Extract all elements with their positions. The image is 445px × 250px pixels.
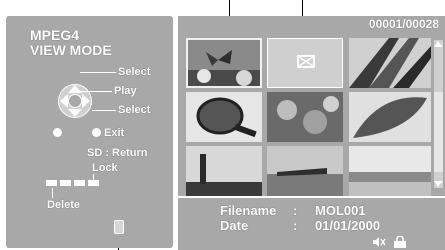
mode-line-1: MPEG4 [30,27,80,43]
leader-play [76,91,112,92]
scroll-up-icon[interactable] [434,41,443,47]
fish-image [267,92,343,142]
label-select-top: Select [118,66,151,78]
dock-image [267,146,343,196]
label-delete: Delete [47,199,81,211]
leader-lock [93,174,94,181]
envelope-icon [297,55,315,68]
key-3-icon [74,180,85,186]
dpad-center-button[interactable] [68,94,82,108]
magnifier-image [186,92,262,142]
thumbnail-8[interactable] [267,146,343,196]
arrow-left-icon[interactable] [60,94,68,108]
thumbnail-5[interactable] [267,92,343,142]
date-separator: : [293,218,298,233]
sd-card-icon [114,220,124,234]
filename-label: Filename [220,203,277,218]
leader-select-top [80,72,116,73]
direction-pad[interactable] [58,76,92,126]
thumbnail-7[interactable] [186,146,262,196]
label-exit: Exit [104,127,125,139]
file-counter: 00001/00028 [368,17,439,31]
mode-line-2: VIEW MODE [30,42,112,58]
mode-title: MPEG4 VIEW MODE [30,28,112,58]
scrollbar-thumb[interactable] [434,92,443,172]
filename-value: MOL001 [315,203,366,218]
leaf-image [349,92,431,142]
statue-image [186,146,262,196]
thumbnail-4[interactable] [186,92,262,142]
filename-separator: : [293,203,298,218]
arrow-down-icon[interactable] [68,109,82,117]
thumbnail-3[interactable] [349,38,431,88]
leader-select-bottom [92,110,116,111]
arrow-right-icon[interactable] [82,94,90,108]
thumbnail-2[interactable] [267,38,343,88]
key-1-icon [46,180,57,186]
label-play: Play [114,85,137,97]
date-value: 01/01/2000 [315,218,381,233]
key-2-icon [60,180,71,186]
thumbnail-6[interactable] [349,92,431,142]
thumbnail-9[interactable] [349,146,431,196]
button-left-dot-icon [53,128,62,137]
scroll-down-icon[interactable] [434,181,443,187]
palm-image [349,38,431,88]
date-label: Date [220,218,249,233]
button-exit-dot-icon [92,128,101,137]
label-select-bottom: Select [118,104,151,116]
thumbnail-1[interactable] [186,38,262,88]
leader-delete [52,188,53,198]
lock-icon [393,235,406,248]
beach-image [349,146,431,196]
butterfly-image [188,40,260,86]
speaker-muted-icon [372,235,386,247]
label-sd-return: SD : Return [87,147,148,159]
label-lock: Lock [92,162,118,174]
